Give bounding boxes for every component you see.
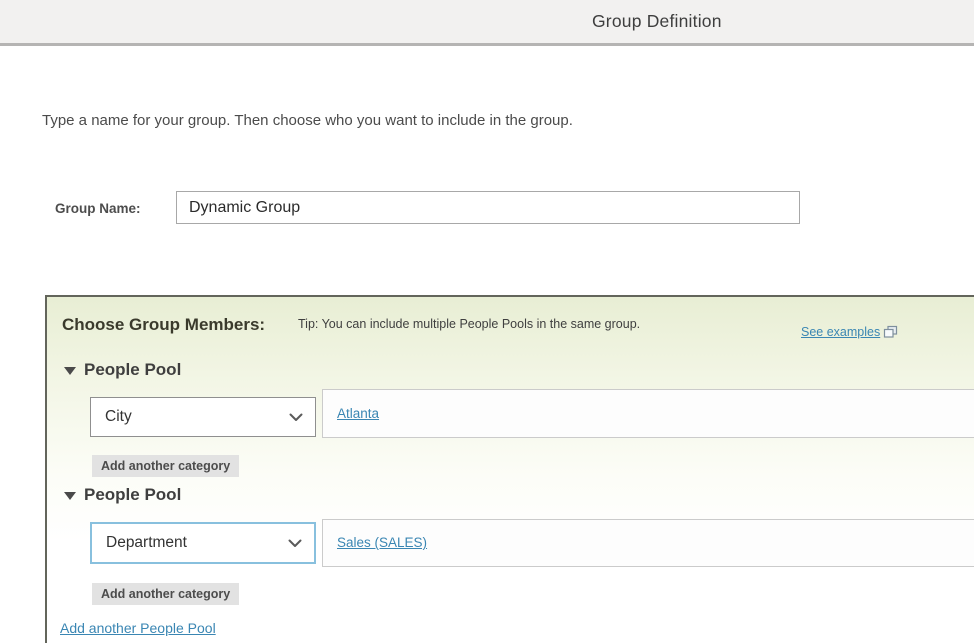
chevron-down-icon — [288, 539, 302, 548]
panel-tip-text: Tip: You can include multiple People Poo… — [298, 317, 640, 331]
group-definition-screen: Group Definition Type a name for your gr… — [0, 0, 974, 643]
instruction-text: Type a name for your group. Then choose … — [42, 112, 573, 129]
collapse-triangle-icon[interactable] — [64, 492, 76, 500]
people-pool-label: People Pool — [84, 485, 181, 505]
category-select-city[interactable]: City — [90, 397, 316, 437]
members-value-box: Sales (SALES) — [322, 519, 974, 567]
title-bar: Group Definition — [0, 0, 974, 46]
add-another-category-button[interactable]: Add another category — [92, 583, 239, 605]
add-another-category-button[interactable]: Add another category — [92, 455, 239, 477]
people-pool-2-header: People Pool — [64, 485, 181, 505]
category-select-department[interactable]: Department — [90, 522, 316, 564]
page-title: Group Definition — [592, 11, 722, 32]
members-link-atlanta[interactable]: Atlanta — [337, 406, 379, 421]
category-select-value: Department — [92, 534, 288, 552]
external-link-icon[interactable] — [883, 325, 898, 339]
members-value-box: Atlanta — [322, 389, 974, 438]
people-pool-label: People Pool — [84, 360, 181, 380]
see-examples-link[interactable]: See examples — [801, 325, 880, 339]
add-another-people-pool-link[interactable]: Add another People Pool — [60, 620, 216, 636]
collapse-triangle-icon[interactable] — [64, 367, 76, 375]
people-pool-1-header: People Pool — [64, 360, 181, 380]
panel-title: Choose Group Members: — [62, 315, 265, 335]
see-examples: See examples — [801, 325, 898, 339]
chevron-down-icon — [289, 413, 303, 422]
group-name-label: Group Name: — [55, 201, 141, 216]
members-link-sales[interactable]: Sales (SALES) — [337, 535, 427, 550]
category-select-value: City — [91, 408, 289, 426]
group-name-input[interactable] — [176, 191, 800, 224]
